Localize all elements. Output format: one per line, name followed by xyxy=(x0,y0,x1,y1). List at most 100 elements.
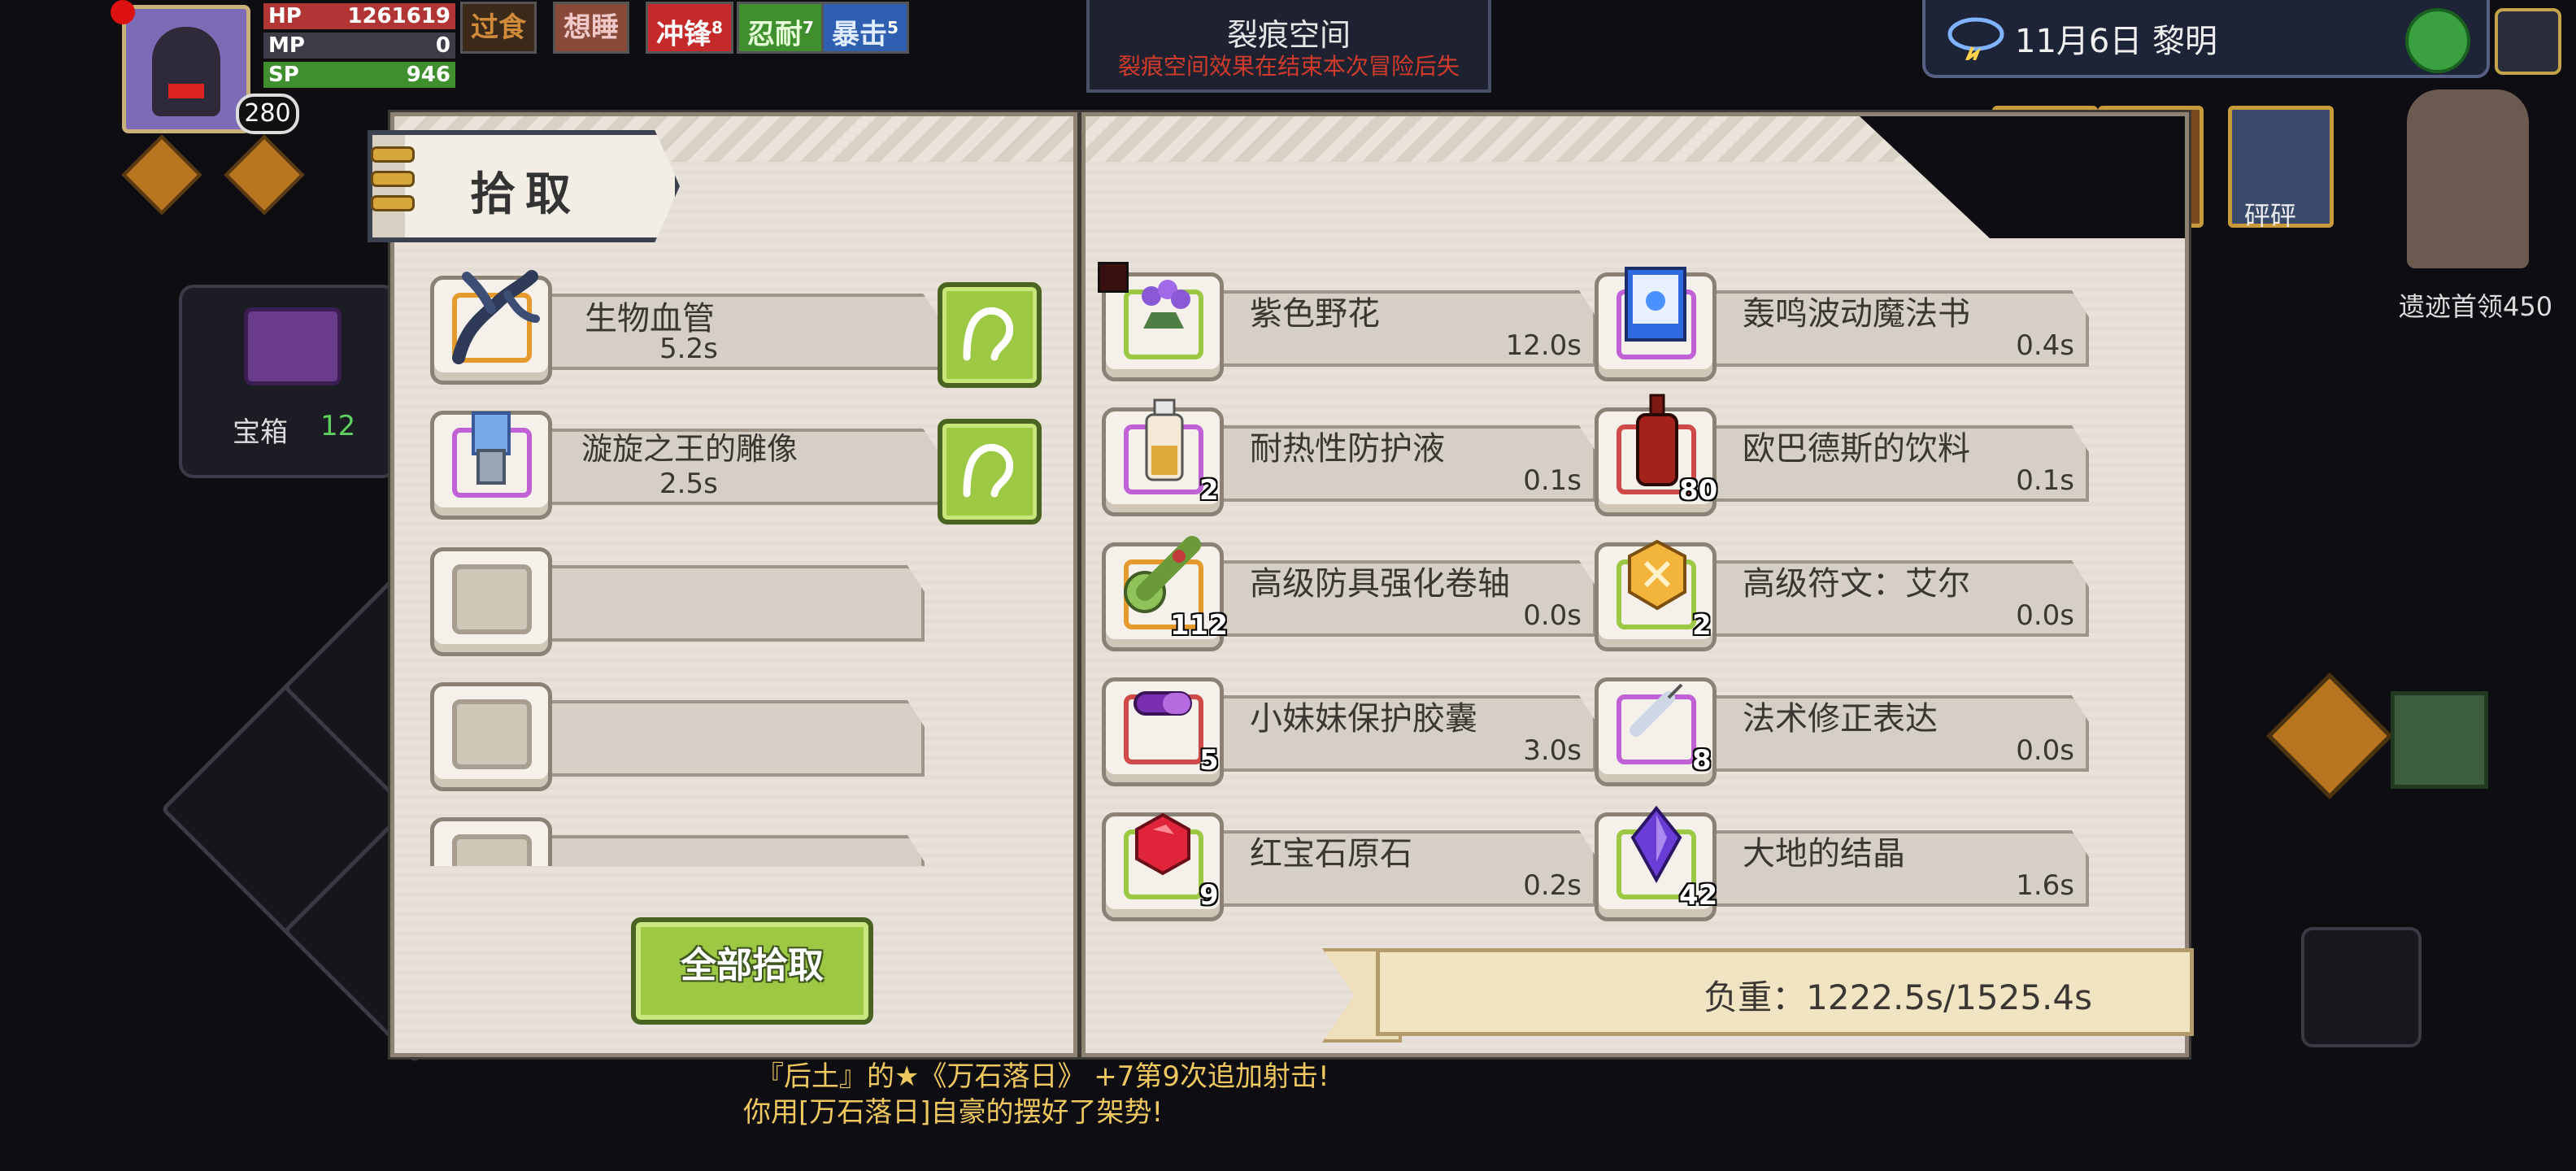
pick-all-button[interactable]: 全部拾取 xyxy=(631,917,873,1025)
item-name: 轰鸣波动魔法书 xyxy=(1743,295,1970,333)
treasure-chest-button[interactable]: 宝箱 12 xyxy=(179,285,397,478)
empty-slot xyxy=(430,817,552,866)
item-count: 42 xyxy=(1679,879,1718,912)
enemy-marker-icon xyxy=(1098,262,1129,293)
inventory-item-row[interactable]: 8 法术修正表达 0.0s xyxy=(1595,677,2089,786)
storm-cloud-icon xyxy=(1947,17,2004,60)
weight-text: 负重：1222.5s/1525.4s xyxy=(1704,977,2092,1017)
empty-slot xyxy=(430,682,552,791)
item-name: 高级符文：艾尔 xyxy=(1743,565,1970,603)
item-time: 0.0s xyxy=(2016,734,2074,767)
sp-bar: SP 946 xyxy=(263,62,455,88)
item-slot[interactable] xyxy=(1595,267,1717,381)
item-count: 2 xyxy=(1692,609,1712,642)
minimap[interactable] xyxy=(2407,89,2529,268)
empty-pickup-row xyxy=(430,547,999,656)
rift-space-banner: 裂痕空间 裂痕空间效果在结束本次冒险后失 xyxy=(1086,0,1491,93)
attack-button[interactable] xyxy=(2301,927,2422,1047)
notification-dot xyxy=(111,0,135,24)
weapon-skill-icon[interactable] xyxy=(2391,691,2488,789)
inventory-item-row[interactable]: 80 欧巴德斯的饮料 0.1s xyxy=(1595,394,2089,516)
pickup-title-tab: 拾取 xyxy=(368,130,680,242)
panel-title: 拾取 xyxy=(470,168,581,221)
item-count: 112 xyxy=(1170,609,1228,642)
inventory-panel: 紫色野花 12.0s 2 耐热性防护液 0.1s 112 高级防具强化卷轴 0.… xyxy=(1081,112,2189,1057)
inventory-item-row[interactable]: 2 高级符文：艾尔 0.0s xyxy=(1595,539,2089,651)
item-name: 漩旋之王的雕像 xyxy=(581,431,798,467)
vein-icon xyxy=(452,270,540,364)
item-name: 紫色野花 xyxy=(1250,295,1380,333)
crystal-icon xyxy=(1630,805,1682,883)
item-name: 法术修正表达 xyxy=(1743,700,1938,738)
inventory-item-row[interactable]: 42 大地的结晶 1.6s xyxy=(1595,805,2089,921)
scroll-icon xyxy=(1124,536,1201,613)
network-globe-icon[interactable] xyxy=(2405,8,2470,73)
item-name: 大地的结晶 xyxy=(1743,835,1905,873)
item-name: 欧巴德斯的饮料 xyxy=(1743,430,1970,468)
inventory-item-row[interactable]: 2 耐热性防护液 0.1s xyxy=(1102,398,1596,516)
hand-grab-icon xyxy=(963,443,1014,498)
date-bar: 11月6日 黎明 xyxy=(1922,0,2490,78)
rift-title: 裂痕空间 xyxy=(1226,17,1351,53)
item-time: 2.5s xyxy=(659,468,718,500)
level-badge: 280 xyxy=(236,94,299,134)
item-name: 高级防具强化卷轴 xyxy=(1250,565,1510,603)
pickup-panel: 生物血管 5.2s 漩旋之王的雕像 2.5s xyxy=(390,112,1077,1057)
ruby-icon xyxy=(1135,812,1190,876)
hp-bar: HP 1261619 xyxy=(263,3,455,29)
minimap-label: 遗迹首领450 xyxy=(2399,291,2553,322)
item-time: 0.2s xyxy=(1523,869,1582,902)
item-count: 5 xyxy=(1199,744,1219,777)
item-time: 0.0s xyxy=(2016,599,2074,632)
item-time: 12.0s xyxy=(1505,329,1582,362)
item-time: 0.1s xyxy=(2016,464,2074,497)
item-time: 5.2s xyxy=(659,333,718,365)
item-slot[interactable] xyxy=(430,270,552,385)
empty-pickup-row xyxy=(430,817,999,866)
rift-subtitle: 裂痕空间效果在结束本次冒险后失 xyxy=(1117,53,1460,80)
weight-bar: 负重：1222.5s/1525.4s xyxy=(1376,948,2194,1036)
item-time: 1.6s xyxy=(2016,869,2074,902)
spellbook-icon xyxy=(1625,267,1686,342)
empty-slot xyxy=(430,547,552,656)
avatar[interactable] xyxy=(122,5,250,133)
item-slot[interactable] xyxy=(430,411,552,520)
syringe-icon xyxy=(1630,683,1683,737)
inventory-item-row[interactable]: 轰鸣波动魔法书 0.4s xyxy=(1595,267,2089,381)
combat-log-line: 你用[万石落日]自豪的摆好了架势! xyxy=(743,1096,1164,1129)
item-count: 8 xyxy=(1692,744,1712,777)
hand-skill-icon[interactable] xyxy=(2266,673,2393,799)
chest-label: 宝箱 xyxy=(233,416,288,449)
mp-bar: MP 0 xyxy=(263,33,455,59)
item-count: 80 xyxy=(1679,474,1718,507)
exit-icon[interactable] xyxy=(2495,8,2561,75)
chest-icon xyxy=(244,307,342,385)
buff-charge[interactable]: 冲锋8 xyxy=(646,2,733,54)
inventory-item-row[interactable]: 5 小妹妹保护胶囊 3.0s xyxy=(1102,677,1596,786)
knight-label: 砰砰 xyxy=(2244,200,2297,231)
combat-log-line: 『后土』的★《万石落日》 +7第9次追加射击! xyxy=(756,1060,1329,1093)
capsule-icon xyxy=(1134,691,1192,716)
date-text: 11月6日 黎明 xyxy=(2015,23,2218,60)
inventory-item-row[interactable]: 9 红宝石原石 0.2s xyxy=(1102,812,1596,921)
potion-bottle-icon xyxy=(1145,398,1184,481)
buff-endure[interactable]: 忍耐7 xyxy=(737,2,825,54)
pickup-button[interactable] xyxy=(938,282,1042,388)
empty-pickup-row xyxy=(430,682,999,791)
item-time: 0.1s xyxy=(1523,464,1582,497)
inventory-item-row[interactable]: 紫色野花 12.0s xyxy=(1102,272,1596,381)
pickup-button[interactable] xyxy=(938,419,1042,525)
buff-sleepy[interactable]: 想睡 xyxy=(553,2,629,54)
hand-grab-icon xyxy=(963,307,1014,361)
item-time: 0.0s xyxy=(1523,599,1582,632)
item-name: 红宝石原石 xyxy=(1250,835,1412,873)
item-time: 0.4s xyxy=(2016,329,2074,362)
item-count: 2 xyxy=(1199,474,1219,507)
wildflower-icon xyxy=(1142,280,1190,329)
buff-crit[interactable]: 暴击5 xyxy=(821,2,909,54)
chest-count: 12 xyxy=(320,410,356,442)
buff-overeat[interactable]: 过食 xyxy=(460,2,537,54)
item-time: 3.0s xyxy=(1523,734,1582,767)
inventory-item-row[interactable]: 112 高级防具强化卷轴 0.0s xyxy=(1102,536,1596,651)
drink-bottle-icon xyxy=(1636,394,1678,486)
